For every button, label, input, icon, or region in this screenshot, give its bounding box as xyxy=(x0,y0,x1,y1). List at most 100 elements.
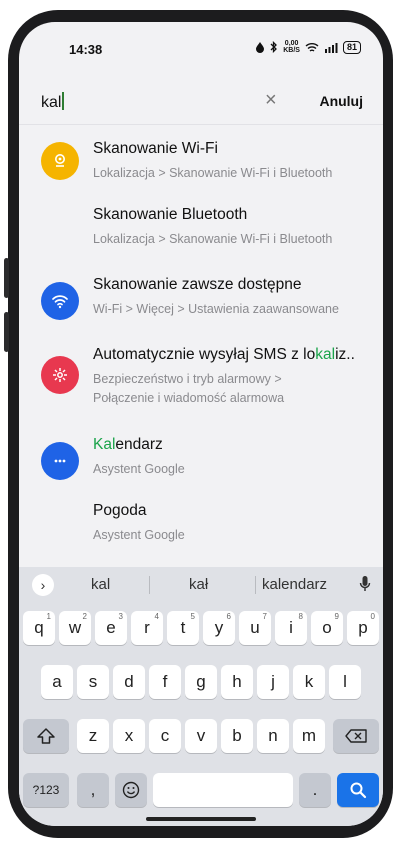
key-f[interactable]: f xyxy=(149,665,181,699)
key-g[interactable]: g xyxy=(185,665,217,699)
result-subtitle: Lokalizacja > Skanowanie Wi-Fi i Bluetoo… xyxy=(93,232,333,246)
space-bar[interactable] xyxy=(153,773,293,807)
key-label: n xyxy=(268,726,278,745)
key-y[interactable]: y6 xyxy=(203,611,235,645)
result-title-highlight: kal xyxy=(315,346,336,363)
key-i[interactable]: i8 xyxy=(275,611,307,645)
alarm-icon xyxy=(256,42,265,53)
result-title-text: Automatycznie wysyłaj SMS z lo xyxy=(93,346,316,363)
key-label: t xyxy=(180,618,186,637)
battery-indicator: 81 xyxy=(342,40,361,54)
period-key[interactable]: . xyxy=(299,773,331,807)
key-n[interactable]: n xyxy=(257,719,289,753)
key-m[interactable]: m xyxy=(293,719,325,753)
wifi-icon xyxy=(52,295,68,309)
result-icon-bg xyxy=(41,282,79,320)
result-title-text: Pogoda xyxy=(93,502,147,519)
result-item[interactable]: Skanowanie Bluetooth Lokalizacja > Skano… xyxy=(19,202,383,266)
key-label: p xyxy=(358,618,368,637)
key-label: x xyxy=(124,726,134,745)
key-s[interactable]: s xyxy=(77,665,109,699)
key-label: j xyxy=(271,672,275,691)
result-title: Automatycznie wysyłaj SMS z lokaliz.. xyxy=(93,346,355,364)
key-label: z xyxy=(88,726,98,745)
key-j[interactable]: j xyxy=(257,665,289,699)
key-x[interactable]: x xyxy=(113,719,145,753)
more-icon xyxy=(54,459,66,463)
screen: 14:38 0,00 KB/S 81 kal × Anuluj Skanowan… xyxy=(19,22,383,826)
key-label: d xyxy=(124,672,134,691)
keyboard: › kal kał kalendarz q1w2e3r4t5y6u7i8o9p0… xyxy=(19,567,383,826)
key-label: , xyxy=(90,780,96,799)
key-hint: 5 xyxy=(190,612,195,621)
key-label: ?123 xyxy=(32,783,60,797)
close-icon[interactable]: × xyxy=(265,89,277,112)
result-item[interactable]: Skanowanie zawsze dostępne Wi-Fi > Więce… xyxy=(19,272,383,336)
result-title: Skanowanie Wi-Fi xyxy=(93,140,218,158)
status-bar: 14:38 0,00 KB/S 81 xyxy=(19,22,383,78)
key-z[interactable]: z xyxy=(77,719,109,753)
key-c[interactable]: c xyxy=(149,719,181,753)
key-label: y xyxy=(214,618,224,637)
suggestion-word[interactable]: kalendarz xyxy=(262,576,327,593)
result-title: Skanowanie Bluetooth xyxy=(93,206,247,224)
key-label: w xyxy=(68,618,82,637)
result-title-highlight: Kal xyxy=(93,436,116,453)
suggestion-word[interactable]: kal xyxy=(91,576,110,593)
key-label: v xyxy=(196,726,206,745)
key-d[interactable]: d xyxy=(113,665,145,699)
result-item[interactable]: Kalendarz Asystent Google xyxy=(19,432,383,496)
search-input[interactable]: kal xyxy=(41,92,64,112)
key-v[interactable]: v xyxy=(185,719,217,753)
key-u[interactable]: u7 xyxy=(239,611,271,645)
key-q[interactable]: q1 xyxy=(23,611,55,645)
key-hint: 1 xyxy=(46,612,51,621)
suggestion-word[interactable]: kał xyxy=(189,576,208,593)
emoji-key[interactable] xyxy=(115,773,147,807)
key-a[interactable]: a xyxy=(41,665,73,699)
key-h[interactable]: h xyxy=(221,665,253,699)
suggestion-divider xyxy=(255,576,256,594)
status-icons: 0,00 KB/S 81 xyxy=(255,40,361,54)
result-subtitle: Bezpieczeństwo i tryb alarmowy > xyxy=(93,372,282,386)
key-p[interactable]: p0 xyxy=(347,611,379,645)
symbols-key[interactable]: ?123 xyxy=(23,773,69,807)
key-label: i xyxy=(289,618,293,637)
status-time: 14:38 xyxy=(69,42,103,57)
result-item[interactable]: Automatycznie wysyłaj SMS z lokaliz.. Be… xyxy=(19,342,383,426)
shift-key[interactable] xyxy=(23,719,69,753)
result-item[interactable]: Skanowanie Wi-Fi Lokalizacja > Skanowani… xyxy=(19,132,383,196)
cancel-button[interactable]: Anuluj xyxy=(319,93,363,109)
wifi-status-icon xyxy=(305,42,319,52)
result-title-text: Skanowanie Bluetooth xyxy=(93,206,248,223)
signal-icon xyxy=(324,42,338,53)
key-l[interactable]: l xyxy=(329,665,361,699)
emoji-icon xyxy=(122,781,140,799)
key-label: f xyxy=(162,672,168,691)
key-b[interactable]: b xyxy=(221,719,253,753)
volume-button xyxy=(4,258,9,298)
key-label: . xyxy=(312,780,318,799)
chevron-right-icon[interactable]: › xyxy=(32,574,54,596)
result-item[interactable]: Pogoda Asystent Google xyxy=(19,502,383,566)
key-r[interactable]: r4 xyxy=(131,611,163,645)
bluetooth-icon xyxy=(270,41,278,53)
key-e[interactable]: e3 xyxy=(95,611,127,645)
search-key[interactable] xyxy=(337,773,379,807)
key-t[interactable]: t5 xyxy=(167,611,199,645)
key-k[interactable]: k xyxy=(293,665,325,699)
key-label: l xyxy=(343,672,347,691)
key-hint: 8 xyxy=(298,612,303,621)
key-w[interactable]: w2 xyxy=(59,611,91,645)
mic-icon[interactable] xyxy=(359,575,371,593)
comma-key[interactable]: , xyxy=(77,773,109,807)
result-subtitle: Lokalizacja > Skanowanie Wi-Fi i Bluetoo… xyxy=(93,166,333,180)
backspace-key[interactable] xyxy=(333,719,379,753)
net-speed: 0,00 KB/S xyxy=(283,40,300,54)
shift-icon xyxy=(37,728,55,744)
key-o[interactable]: o9 xyxy=(311,611,343,645)
gesture-bar xyxy=(146,817,256,821)
key-label: h xyxy=(232,672,242,691)
result-subtitle: Asystent Google xyxy=(93,528,185,542)
key-label: c xyxy=(160,726,170,745)
